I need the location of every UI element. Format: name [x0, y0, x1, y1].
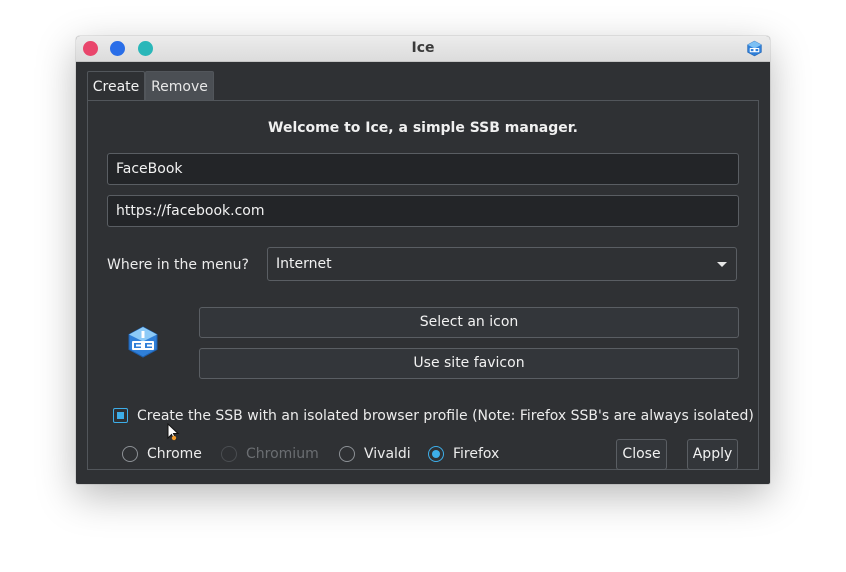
radio-vivaldi-label: Vivaldi [364, 446, 411, 462]
menu-category-value: Internet [276, 256, 332, 272]
menu-category-label: Where in the menu? [107, 257, 249, 273]
chevron-down-icon [717, 262, 727, 267]
radio-chromium [221, 446, 237, 462]
radio-firefox[interactable] [428, 446, 444, 462]
tab-remove[interactable]: Remove [145, 71, 214, 101]
ice-logo-icon [747, 40, 762, 57]
isolated-profile-label: Create the SSB with an isolated browser … [137, 408, 754, 424]
close-button[interactable]: Close [616, 439, 667, 470]
radio-chromium-label: Chromium [246, 446, 319, 462]
radio-chrome[interactable] [122, 446, 138, 462]
url-input[interactable]: https://facebook.com [107, 195, 739, 227]
mouse-cursor-icon [167, 423, 180, 441]
ice-logo-icon [128, 326, 158, 358]
tab-create[interactable]: Create [87, 71, 145, 101]
select-icon-button[interactable]: Select an icon [199, 307, 739, 338]
window-title: Ice [411, 40, 435, 56]
radio-firefox-label: Firefox [453, 446, 500, 462]
menu-category-select[interactable]: Internet [267, 247, 737, 281]
radio-vivaldi[interactable] [339, 446, 355, 462]
checkbox-checked-mark [117, 412, 124, 419]
name-input[interactable]: FaceBook [107, 153, 739, 185]
use-favicon-button[interactable]: Use site favicon [199, 348, 739, 379]
title-bar[interactable]: Ice [76, 36, 770, 62]
radio-selected-dot [432, 450, 440, 458]
isolated-profile-checkbox[interactable] [113, 408, 128, 423]
apply-button[interactable]: Apply [687, 439, 738, 470]
ice-window: Ice Create Remove Welcome to Ice, a simp… [76, 36, 770, 484]
welcome-heading: Welcome to Ice, a simple SSB manager. [268, 120, 578, 136]
radio-chrome-label: Chrome [147, 446, 202, 462]
